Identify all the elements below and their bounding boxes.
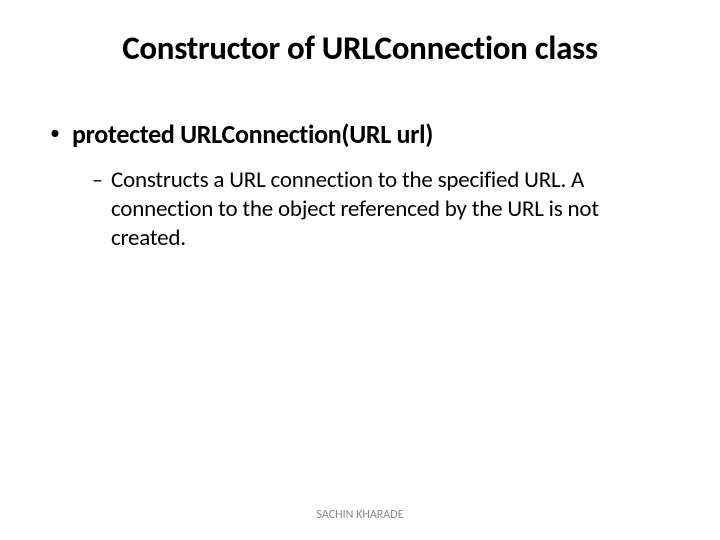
slide-title: Constructor of URLConnection class (50, 28, 670, 68)
slide-container: Constructor of URLConnection class • pro… (0, 0, 720, 540)
bullet-text-level-1: protected URLConnection(URL url) (72, 118, 433, 150)
footer-author: SACHIN KHARADE (317, 508, 404, 522)
dash-mark-icon: – (92, 166, 103, 193)
bullet-item-level-1: • protected URLConnection(URL url) (50, 118, 670, 150)
bullet-mark-icon: • (50, 121, 60, 145)
bullet-item-level-2: – Constructs a URL connection to the spe… (92, 166, 670, 252)
bullet-text-level-2: Constructs a URL connection to the speci… (111, 166, 656, 252)
